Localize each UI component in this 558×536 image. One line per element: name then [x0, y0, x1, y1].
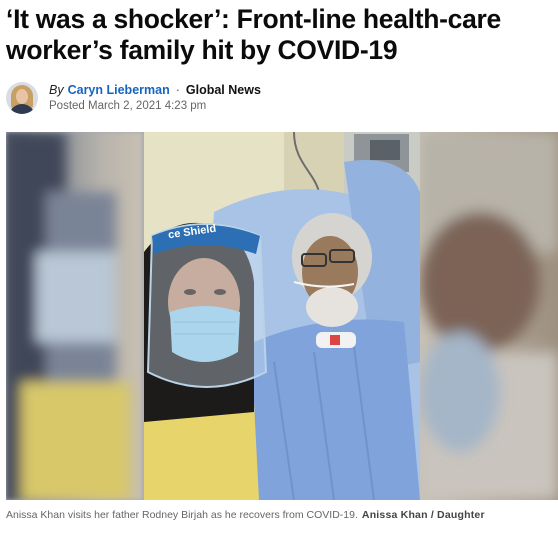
- photo-blur-left: [6, 132, 142, 500]
- photo-credit: Anissa Khan / Daughter: [361, 509, 485, 521]
- byline-prefix: By: [49, 83, 64, 97]
- byline-author-row: By Caryn Lieberman · Global News: [49, 82, 261, 98]
- article-headline: ‘It was a shocker’: Front-line health-ca…: [6, 4, 501, 65]
- byline-separator: ·: [175, 83, 180, 97]
- article-photo[interactable]: ce Shield: [6, 132, 558, 500]
- blurred-figure-left: [6, 132, 131, 500]
- byline-text: By Caryn Lieberman · Global News Posted …: [49, 82, 261, 114]
- outlet-name: Global News: [185, 83, 261, 97]
- photo-caption: Anissa Khan visits her father Rodney Bir…: [6, 508, 554, 522]
- blurred-figure-right: [420, 132, 558, 500]
- photo-blur-right: [420, 132, 558, 500]
- author-link[interactable]: Caryn Lieberman: [68, 82, 170, 98]
- hospital-scene: [144, 132, 420, 500]
- hospital-photo: ce Shield: [144, 132, 420, 500]
- article-page: ‘It was a shocker’: Front-line health-ca…: [0, 0, 558, 536]
- author-avatar[interactable]: [6, 82, 38, 114]
- posted-date: Posted March 2, 2021 4:23 pm: [49, 100, 207, 112]
- byline: By Caryn Lieberman · Global News Posted …: [6, 80, 261, 116]
- caption-text: Anissa Khan visits her father Rodney Bir…: [6, 509, 358, 521]
